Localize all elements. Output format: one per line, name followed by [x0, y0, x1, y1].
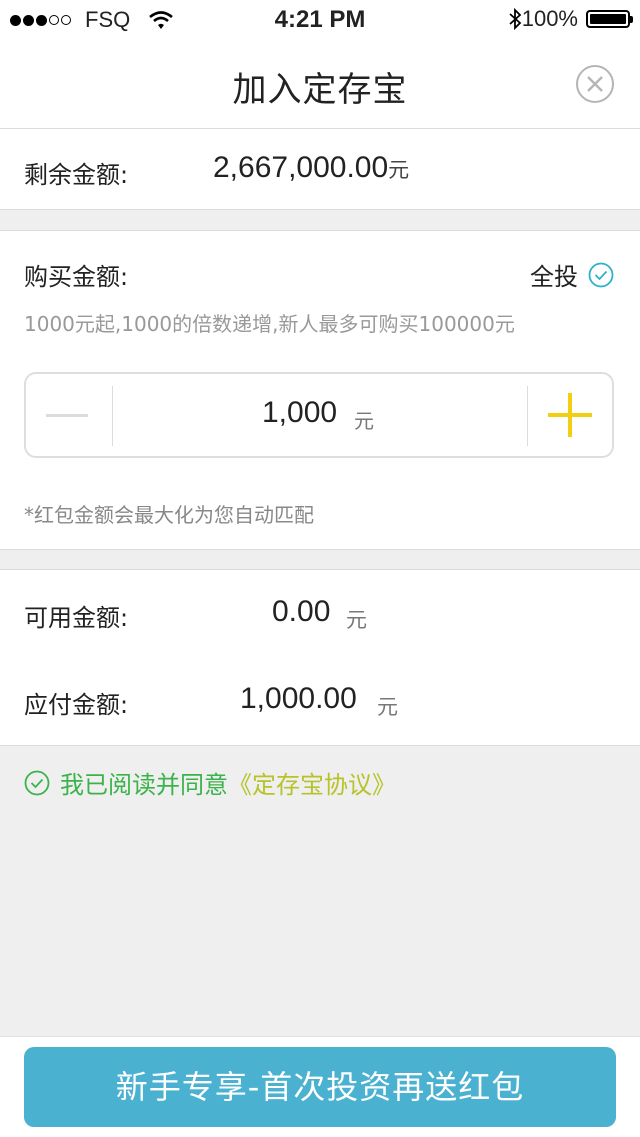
- minus-icon[interactable]: [46, 414, 88, 417]
- available-label: 可用金额:: [24, 604, 129, 632]
- check-circle-icon: [588, 262, 614, 287]
- remaining-unit: 元: [388, 159, 410, 182]
- agreement-row[interactable]: 我已阅读并同意 《定存宝协议》: [24, 765, 396, 800]
- remaining-section: 剩余金额: 2,667,000.00元: [0, 129, 640, 210]
- amount-stepper: 1,000 元: [24, 372, 614, 458]
- available-value: 0.00: [272, 595, 331, 628]
- battery-area: 100%: [508, 6, 633, 32]
- amount-unit: 元: [354, 409, 374, 433]
- status-bar: FSQ 4:21 PM 100%: [0, 0, 640, 40]
- remaining-value: 2,667,000.00元: [213, 151, 409, 185]
- all-in-label: 全投: [530, 263, 578, 291]
- stepper-divider: [527, 386, 528, 446]
- battery-icon: [586, 10, 633, 28]
- close-icon[interactable]: [575, 64, 615, 104]
- payable-value: 1,000.00: [240, 682, 357, 715]
- purchase-label: 购买金额:: [24, 263, 129, 291]
- available-unit: 元: [346, 608, 367, 632]
- invest-button[interactable]: 新手专享-首次投资再送红包: [24, 1047, 616, 1127]
- purchase-section: 购买金额: 全投 1000元起,1000的倍数递增,新人最多可购买100000元…: [0, 230, 640, 550]
- bottom-bar: 新手专享-首次投资再送红包: [0, 1036, 640, 1137]
- all-in-toggle[interactable]: 全投: [530, 257, 614, 292]
- agreement-link[interactable]: 《定存宝协议》: [228, 765, 396, 800]
- remaining-label: 剩余金额:: [24, 161, 129, 189]
- battery-percent: 100%: [521, 6, 578, 31]
- remaining-amount: 2,667,000.00: [213, 151, 389, 184]
- payable-label: 应付金额:: [24, 691, 129, 719]
- agreement-text: 我已阅读并同意: [60, 771, 228, 799]
- plus-icon[interactable]: [548, 393, 592, 437]
- bluetooth-icon: [509, 7, 522, 31]
- nav-bar: 加入定存宝: [0, 40, 640, 129]
- amount-input[interactable]: 1,000: [262, 396, 337, 430]
- check-circle-icon[interactable]: [24, 770, 50, 796]
- payable-unit: 元: [377, 695, 398, 719]
- page-title: 加入定存宝: [232, 70, 408, 110]
- stepper-divider: [112, 386, 113, 446]
- summary-section: 可用金额: 0.00 元 应付金额: 1,000.00 元: [0, 569, 640, 746]
- purchase-hint: 1000元起,1000的倍数递增,新人最多可购买100000元: [24, 312, 515, 336]
- redpacket-note: *红包金额会最大化为您自动匹配: [24, 503, 314, 527]
